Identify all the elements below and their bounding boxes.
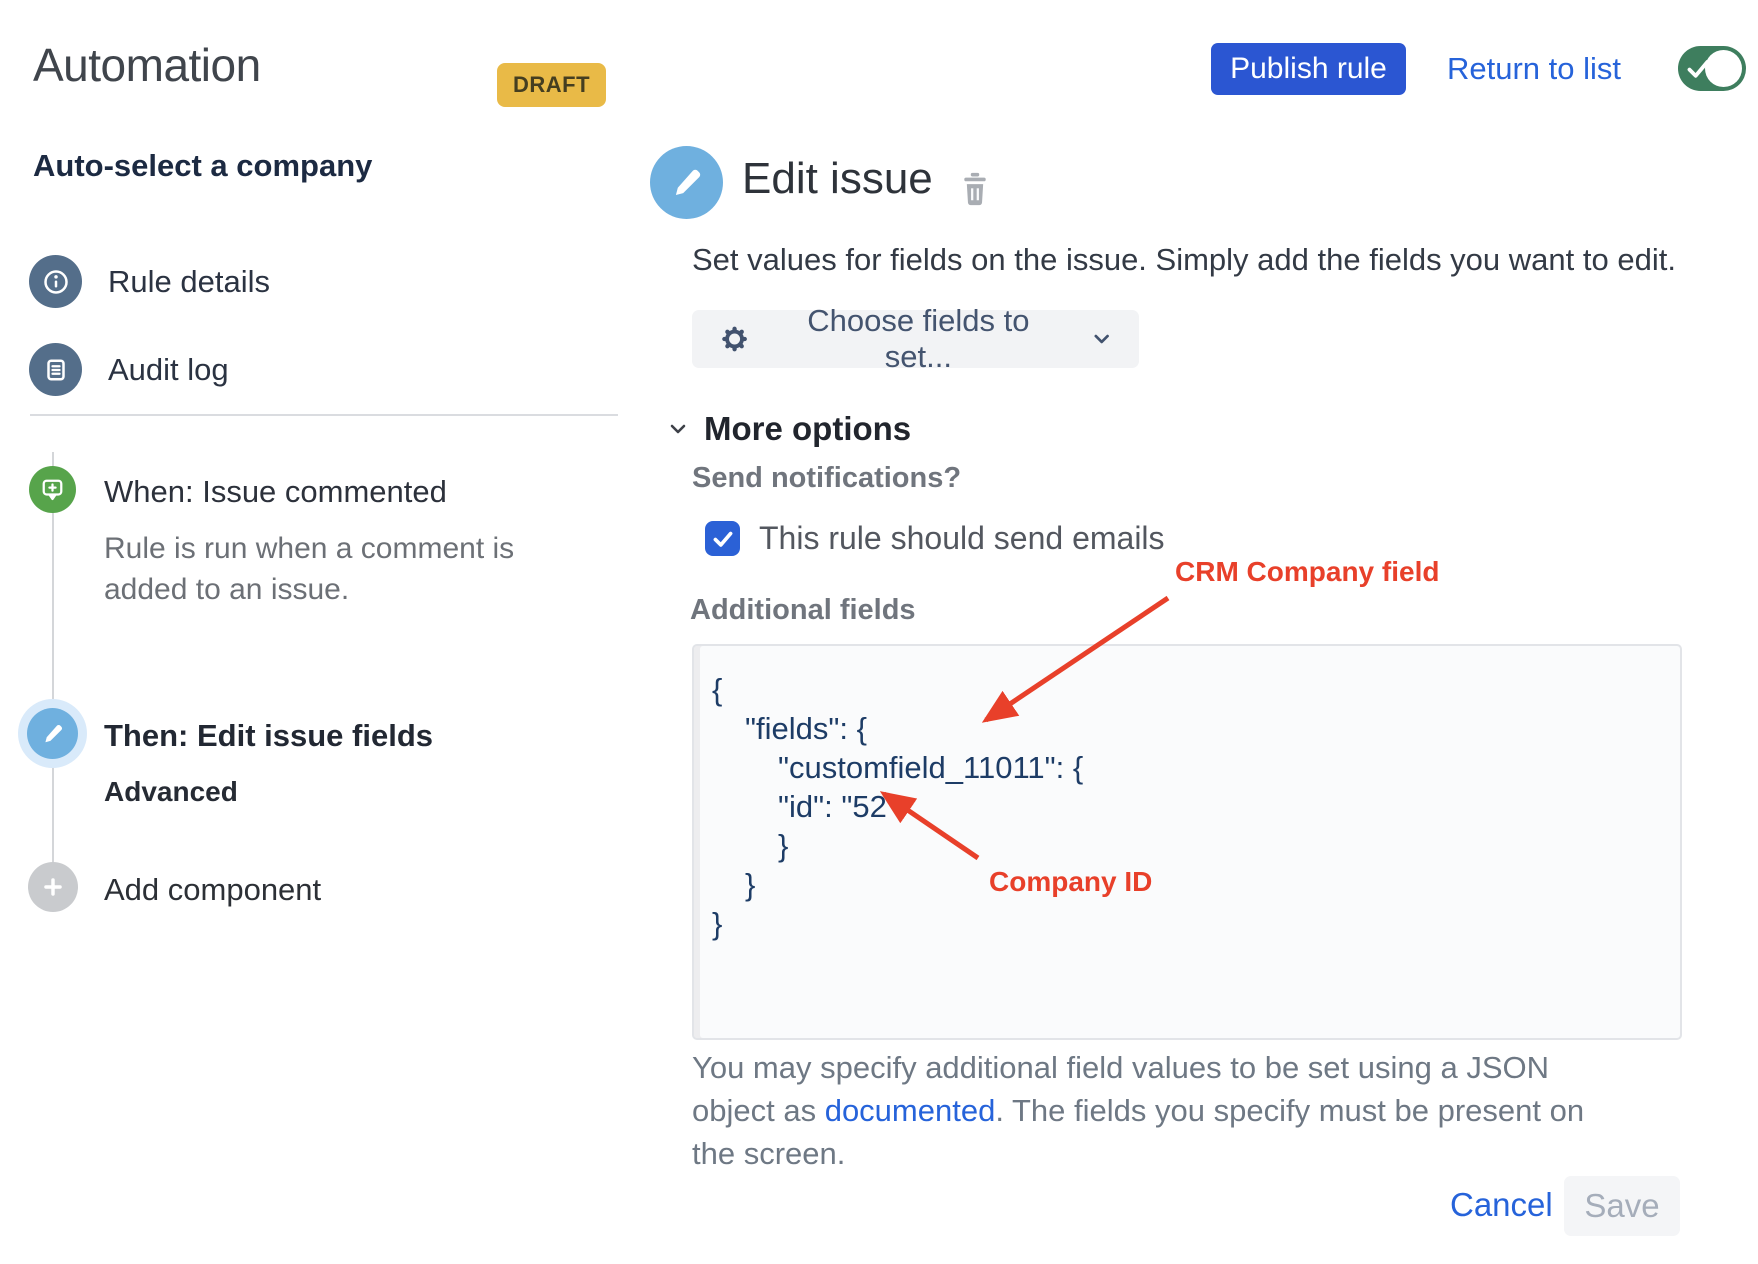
- json-line: {: [712, 670, 1660, 709]
- comment-plus-icon: [29, 466, 76, 513]
- save-button[interactable]: Save: [1564, 1176, 1680, 1236]
- rule-enabled-toggle[interactable]: [1678, 46, 1746, 91]
- more-options-toggle[interactable]: More options: [666, 410, 911, 448]
- more-options-label: More options: [704, 410, 911, 448]
- json-line: }: [712, 865, 1660, 904]
- sidebar-item-label: Rule details: [108, 264, 270, 300]
- toggle-knob: [1705, 50, 1742, 87]
- action-item-subtitle: Advanced: [104, 776, 238, 808]
- pencil-icon: [27, 708, 78, 759]
- additional-fields-label: Additional fields: [690, 594, 916, 627]
- json-line: "fields": {: [712, 709, 1660, 748]
- checkbox-label: This rule should send emails: [759, 520, 1165, 557]
- edit-issue-icon: [650, 146, 723, 219]
- sidebar-item-audit-log[interactable]: Audit log: [29, 343, 229, 396]
- json-line: }: [712, 904, 1660, 943]
- choose-fields-dropdown[interactable]: Choose fields to set...: [692, 310, 1139, 368]
- sidebar-item-rule-details[interactable]: Rule details: [29, 255, 270, 308]
- choose-fields-label: Choose fields to set...: [773, 303, 1063, 375]
- publish-rule-button[interactable]: Publish rule: [1211, 43, 1406, 95]
- send-notifications-label: Send notifications?: [692, 462, 961, 495]
- json-line: }: [712, 826, 1660, 865]
- plus-icon[interactable]: [28, 862, 78, 912]
- component-description: Set values for fields on the issue. Simp…: [692, 242, 1676, 278]
- trigger-item-description: Rule is run when a comment is added to a…: [104, 528, 574, 610]
- audit-log-icon: [29, 343, 82, 396]
- send-emails-checkbox-row[interactable]: This rule should send emails: [705, 520, 1165, 557]
- json-line: "id": "52": [712, 787, 1660, 826]
- json-help-text: You may specify additional field values …: [692, 1046, 1612, 1175]
- cancel-button[interactable]: Cancel: [1450, 1186, 1553, 1224]
- chevron-down-icon: [666, 417, 690, 441]
- action-item-title[interactable]: Then: Edit issue fields: [104, 718, 433, 754]
- return-to-list-link[interactable]: Return to list: [1447, 51, 1621, 87]
- automation-rule-editor: Automation DRAFT Publish rule Return to …: [0, 0, 1758, 1264]
- checkbox-checked-icon[interactable]: [705, 521, 740, 556]
- gear-icon: [718, 322, 751, 356]
- documented-link[interactable]: documented: [825, 1093, 996, 1128]
- trigger-item-title[interactable]: When: Issue commented: [104, 474, 447, 510]
- timeline-connector: [52, 452, 54, 888]
- rule-name-heading: Auto-select a company: [33, 148, 372, 184]
- component-title: Edit issue: [742, 154, 933, 204]
- sidebar-item-label: Audit log: [108, 352, 229, 388]
- annotation-company-id: Company ID: [989, 866, 1152, 898]
- additional-fields-json-editor[interactable]: { "fields": { "customfield_11011": { "id…: [692, 644, 1682, 1040]
- sidebar-divider: [30, 414, 618, 416]
- info-icon: [29, 255, 82, 308]
- annotation-crm-company-field: CRM Company field: [1175, 556, 1439, 588]
- page-title: Automation: [33, 38, 261, 92]
- json-line: "customfield_11011": {: [712, 748, 1660, 787]
- chevron-down-icon: [1090, 327, 1113, 351]
- add-component-button[interactable]: Add component: [104, 872, 321, 908]
- delete-component-icon[interactable]: [958, 170, 992, 208]
- status-badge: DRAFT: [497, 63, 606, 107]
